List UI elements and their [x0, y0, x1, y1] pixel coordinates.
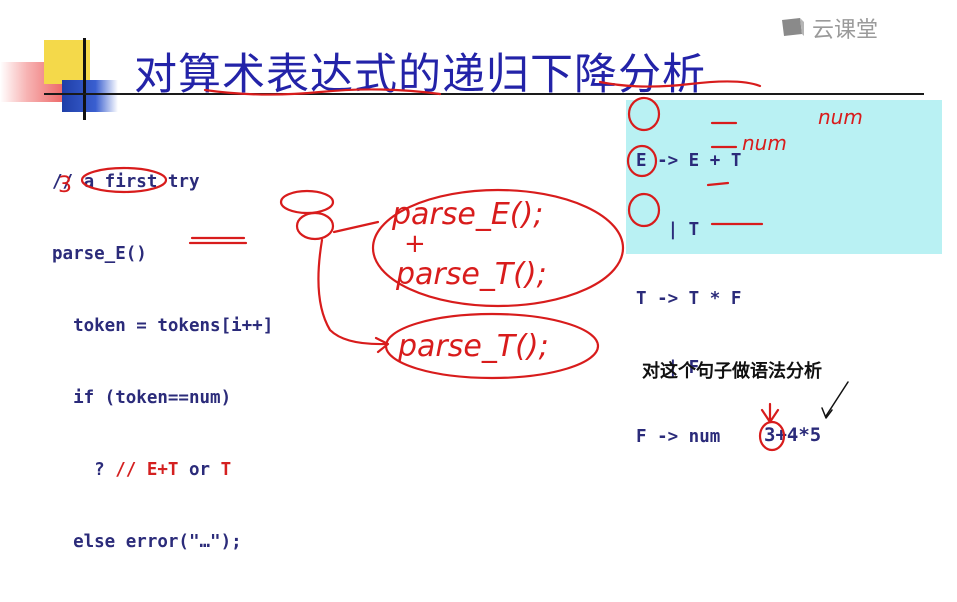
- calls-circle-1: [371, 188, 625, 308]
- code-comment: //: [115, 460, 137, 480]
- code-block: // a first try parse_E() token = tokens[…: [52, 122, 273, 602]
- calls-circle-2: [384, 312, 600, 380]
- link-line: [332, 220, 380, 234]
- arrow-down-curve: [317, 238, 387, 346]
- code-line-ternary: ? // E+T or T: [52, 458, 273, 482]
- ink-call-3: parse_T();: [397, 329, 549, 364]
- watermark-text: 云课堂: [812, 18, 879, 43]
- code-expr-t: T: [220, 460, 232, 480]
- cloud-classroom-logo-icon: [782, 18, 804, 36]
- ink-plus: +: [404, 229, 426, 259]
- t-circle: [295, 211, 335, 241]
- code-line: parse_E(): [52, 244, 147, 264]
- code-line: if (token==num): [52, 388, 232, 408]
- grammar-rules: E -> E + T | T T -> T * F | F F -> num: [636, 104, 741, 495]
- code-line: // a first try: [52, 172, 200, 192]
- decoration-blue-block: [62, 80, 118, 112]
- parse-question: 对这个句子做语法分析: [642, 361, 822, 382]
- grammar-rule: | T: [636, 220, 700, 240]
- watermark: 云课堂: [780, 12, 878, 44]
- grammar-rule: E -> E + T: [636, 151, 742, 171]
- grammar-rule: F -> num: [636, 427, 721, 447]
- code-line: ?: [52, 460, 116, 480]
- arrow-down-head: [374, 336, 390, 354]
- sentence-down-arrow: [760, 402, 780, 424]
- code-expr-e-plus-t: E+T: [146, 460, 179, 480]
- code-line: token = tokens[i++]: [52, 316, 274, 336]
- grammar-rule: T -> T * F: [636, 289, 742, 309]
- sentence-pointer-line: [825, 381, 849, 417]
- sentence-pointer-head: [821, 407, 833, 419]
- slide-frame: 对算术表达式的递归下降分析 云课堂 // a first try parse_E…: [0, 0, 957, 552]
- slide-title: 对算术表达式的递归下降分析: [134, 50, 706, 100]
- ink-call-1: parse_E();: [391, 197, 543, 232]
- code-or: or: [189, 460, 211, 480]
- num-circle: [279, 189, 335, 215]
- ink-call-2: parse_T();: [395, 257, 547, 292]
- code-line: else error("…");: [52, 532, 242, 552]
- input-sentence: 3+4*5: [764, 424, 822, 446]
- decoration-vertical-rule: [83, 38, 86, 120]
